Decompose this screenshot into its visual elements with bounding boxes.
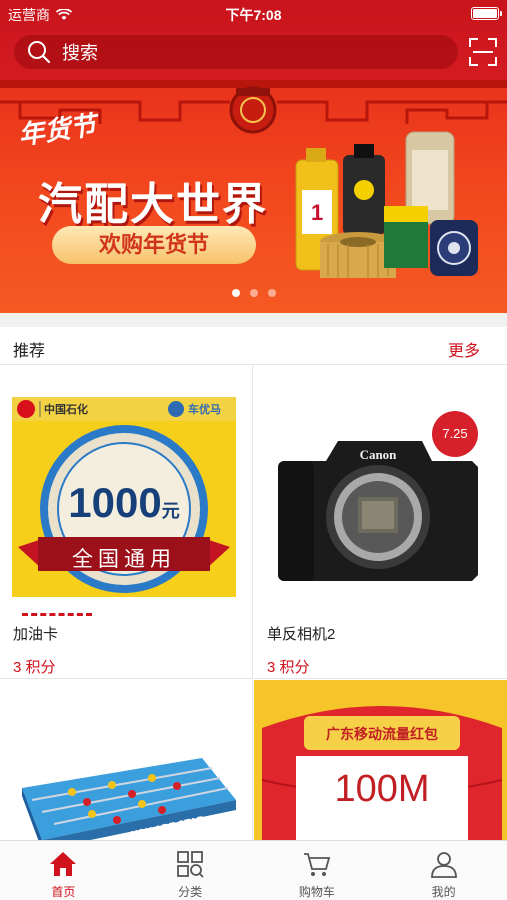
red-packet-title: 广东移动流量红包 — [304, 724, 460, 744]
cart-icon — [303, 853, 331, 876]
tab-label: 购物车 — [298, 885, 335, 899]
fuel-card-ribbon: 全国通用 — [72, 548, 176, 571]
fuel-card-value: 1000元 — [12, 479, 236, 527]
tab-cart[interactable]: 购物车 — [254, 841, 381, 900]
camera-brand: Canon — [360, 447, 398, 462]
tab-label: 分类 — [178, 885, 203, 899]
tab-label: 首页 — [51, 885, 76, 899]
product-points: 3 积分 — [267, 659, 310, 676]
search-placeholder: 搜索 — [62, 43, 98, 63]
more-link[interactable]: 更多 — [448, 337, 480, 361]
red-packet-value: 100M — [296, 768, 468, 811]
price-badge: 7.25 — [432, 411, 478, 457]
red-packet-title-text: 广东移动流量红包 — [326, 726, 438, 742]
tab-category[interactable]: 分类 — [127, 841, 254, 900]
tab-home[interactable]: 首页 — [0, 841, 127, 900]
carousel-dot[interactable] — [267, 289, 276, 297]
red-packet-image — [261, 706, 503, 840]
carousel-dot[interactable] — [231, 289, 240, 297]
oil-products-image: 1 — [295, 131, 478, 278]
bottom-tab-bar: 首页 分类 购物车 我的 — [0, 840, 507, 900]
banner-title: 汽配大世界 — [38, 180, 268, 229]
home-icon — [50, 852, 77, 876]
tab-me[interactable]: 我的 — [380, 841, 507, 900]
recommend-header: 推荐 更多 — [0, 327, 507, 365]
fuel-card-unit: 元 — [161, 501, 180, 521]
recommend-title: 推荐 — [13, 343, 46, 360]
product-card[interactable]: 广东移动流量红包 100M — [254, 680, 507, 840]
promo-banner[interactable]: 年货节 汽配大世界 欢购年货节 1 — [0, 80, 507, 313]
category-icon — [177, 851, 204, 878]
battery-icon — [471, 7, 502, 20]
carousel-dot[interactable] — [249, 289, 258, 297]
user-icon — [430, 852, 457, 878]
fuel-card-image: 中国石化 车优马 1000元 全国通用 — [12, 397, 236, 597]
scan-icon[interactable] — [469, 38, 497, 66]
carousel-indicator[interactable] — [0, 289, 507, 297]
price-badge-value: 7.25 — [442, 426, 468, 441]
product-grid: 中国石化 车优马 1000元 全国通用 加油卡 3 积分 Canon 7.25 … — [0, 365, 507, 840]
app-screen: 运营商 下午7:08 搜索 年货节 汽配大世界 欢购年货节 1 推荐 更多 中国… — [0, 0, 507, 900]
tab-label: 我的 — [431, 885, 456, 899]
product-card[interactable]: Canon 7.25 单反相机2 3 积分 — [254, 365, 507, 679]
product-name: 加油卡 — [13, 626, 59, 643]
fuel-card-partner: 车优马 — [188, 404, 221, 416]
top-bar: 运营商 下午7:08 搜索 — [0, 0, 507, 80]
product-card[interactable]: YOU ARE STAR — [0, 680, 253, 840]
foosball-table-image: YOU ARE STAR — [22, 758, 236, 840]
banner-subtitle: 欢购年货节 — [52, 226, 256, 264]
red-packet-value-text: 100M — [334, 768, 430, 810]
svg-text:1: 1 — [311, 200, 323, 225]
search-bar[interactable]: 搜索 — [14, 35, 458, 69]
product-points: 3 积分 — [13, 659, 56, 676]
section-divider — [0, 313, 507, 327]
fuel-card-amount: 1000 — [68, 479, 162, 526]
product-name: 单反相机2 — [267, 626, 336, 643]
status-bar: 运营商 下午7:08 — [0, 0, 507, 26]
partial-text-decoration — [22, 613, 92, 617]
fuel-card-brand: 中国石化 — [44, 404, 88, 416]
search-icon — [28, 41, 51, 64]
clock: 下午7:08 — [225, 7, 282, 23]
product-card[interactable]: 中国石化 车优马 1000元 全国通用 加油卡 3 积分 — [0, 365, 253, 679]
